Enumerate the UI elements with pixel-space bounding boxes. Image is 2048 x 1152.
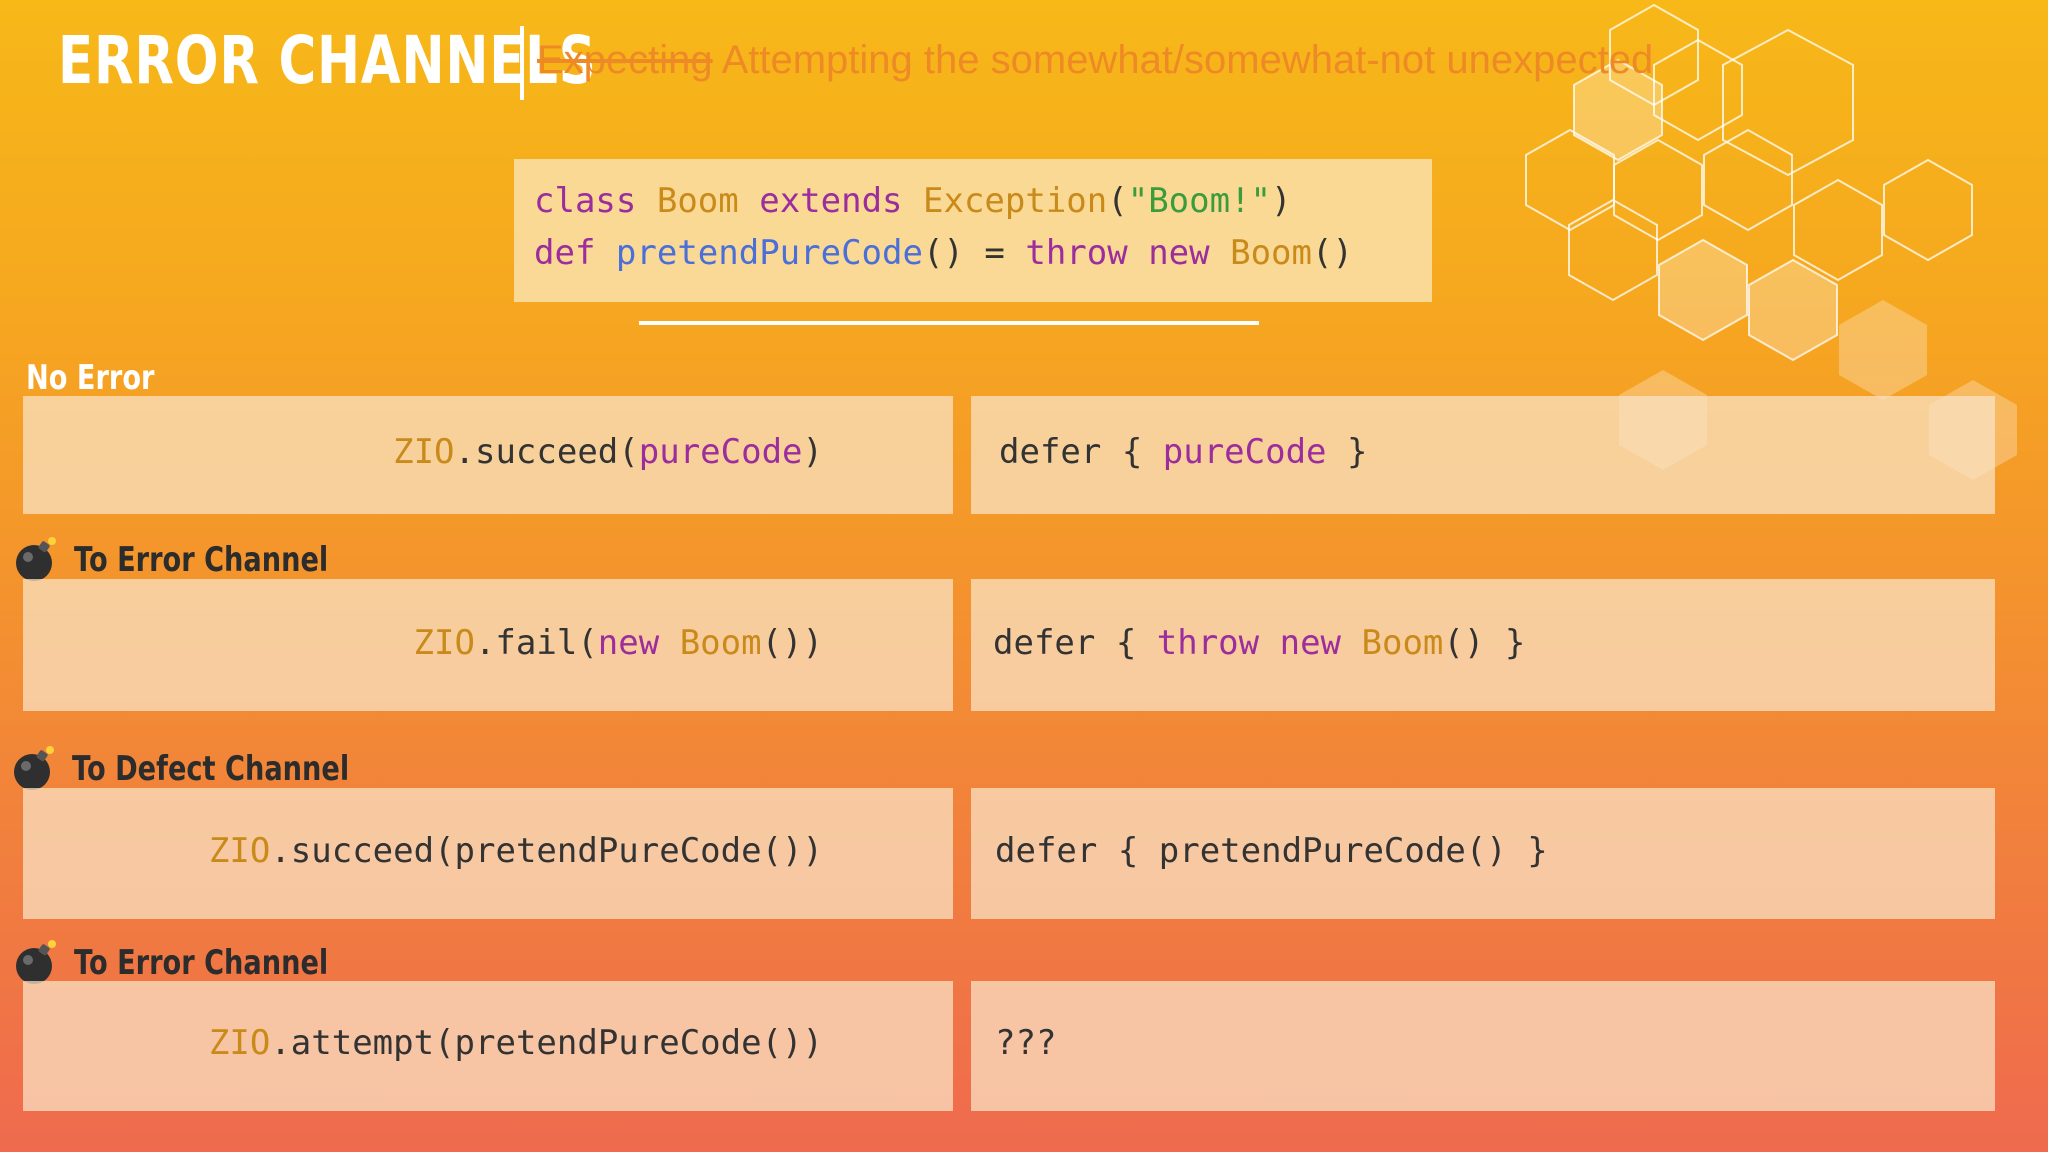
code-token: pureCode: [1162, 432, 1327, 472]
subtitle-strikethrough: Expecting: [537, 38, 713, 82]
page-subtitle: Expecting Attempting the somewhat/somewh…: [537, 38, 1653, 83]
code-token: ZIO: [393, 432, 455, 472]
section-label-to-defect-channel: To Defect Channel: [72, 749, 350, 789]
code-defer-pretend: defer { pretendPureCode() }: [995, 831, 1548, 871]
row-defect-defer-cell: defer { pretendPureCode() }: [971, 788, 1995, 919]
definition-underline: [639, 321, 1259, 325]
page-title: ERROR CHANNELS: [58, 22, 597, 99]
code-token: ZIO: [208, 1023, 271, 1063]
code-token: ()): [761, 623, 823, 663]
row-no-error-zio-cell: ZIO.succeed(pureCode): [23, 396, 953, 514]
code-token: pretendPureCode: [615, 233, 923, 273]
code-token: ZIO: [413, 623, 475, 663]
code-token: Exception: [923, 181, 1108, 221]
code-token: Boom: [679, 623, 762, 663]
code-token: "Boom!": [1127, 181, 1272, 221]
code-defer-purecode: defer { pureCode }: [999, 432, 1367, 472]
code-token: new: [597, 623, 660, 663]
row-no-error-defer-cell: defer { pureCode }: [971, 396, 1995, 514]
code-token: throw: [1025, 233, 1128, 273]
code-token: throw: [1156, 623, 1260, 663]
row-defect-zio-cell: ZIO.succeed(pretendPureCode()): [23, 788, 953, 919]
section-label-to-error-channel-attempt: To Error Channel: [74, 943, 329, 983]
code-token: .succeed(pretendPureCode()): [270, 831, 823, 871]
row-error-zio-cell: ZIO.fail(new Boom()): [23, 579, 953, 711]
code-token: def: [534, 233, 596, 273]
section-label-no-error: No Error: [26, 358, 155, 398]
bomb-icon: [16, 940, 56, 984]
code-token: (): [1312, 233, 1353, 273]
code-token: pureCode: [638, 432, 803, 472]
code-token: (): [922, 233, 964, 273]
definition-line-def: def pretendPureCode() = throw new Boom(): [534, 233, 1353, 273]
code-token: defer {: [999, 432, 1163, 472]
row-attempt-zio-cell: ZIO.attempt(pretendPureCode()): [23, 981, 953, 1111]
code-token: }: [1326, 432, 1368, 472]
code-token: ZIO: [208, 831, 271, 871]
code-token: .fail(: [474, 623, 598, 663]
bomb-icon: [14, 746, 54, 790]
code-token: extends: [759, 181, 903, 221]
section-label-to-error-channel: To Error Channel: [74, 540, 329, 580]
code-zio-fail: ZIO.fail(new Boom()): [414, 623, 823, 663]
definition-code-box: class Boom extends Exception("Boom!") de…: [514, 159, 1432, 302]
definition-line-class: class Boom extends Exception("Boom!"): [534, 181, 1292, 221]
code-token: new: [1279, 623, 1342, 663]
code-token: defer {: [993, 623, 1157, 663]
code-token: =: [984, 233, 1005, 273]
code-token: .attempt(pretendPureCode()): [270, 1023, 823, 1063]
code-token: Boom: [1361, 623, 1444, 663]
code-unknown: ???: [995, 1023, 1056, 1063]
code-token: class: [534, 181, 637, 221]
code-zio-attempt: ZIO.attempt(pretendPureCode()): [209, 1023, 823, 1063]
code-token: new: [1148, 233, 1210, 273]
code-defer-throw: defer { throw new Boom() }: [993, 623, 1525, 663]
row-attempt-defer-cell: ???: [971, 981, 1995, 1111]
code-zio-succeed-pretend: ZIO.succeed(pretendPureCode()): [209, 831, 823, 871]
code-token: (: [1107, 181, 1128, 221]
code-token: () }: [1443, 623, 1526, 663]
bomb-icon: [16, 537, 56, 581]
code-zio-succeed: ZIO.succeed(pureCode): [393, 432, 823, 472]
code-token: ???: [995, 1023, 1057, 1063]
code-token: defer { pretendPureCode() }: [995, 831, 1548, 871]
subtitle-text: Attempting the somewhat/somewhat-not une…: [712, 38, 1654, 82]
title-divider: [520, 26, 524, 100]
code-token: .succeed(: [454, 432, 639, 472]
code-token: ): [802, 432, 823, 472]
code-token: ): [1271, 181, 1292, 221]
row-error-defer-cell: defer { throw new Boom() }: [971, 579, 1995, 711]
code-token: Boom: [656, 181, 739, 221]
code-token: Boom: [1230, 233, 1312, 273]
